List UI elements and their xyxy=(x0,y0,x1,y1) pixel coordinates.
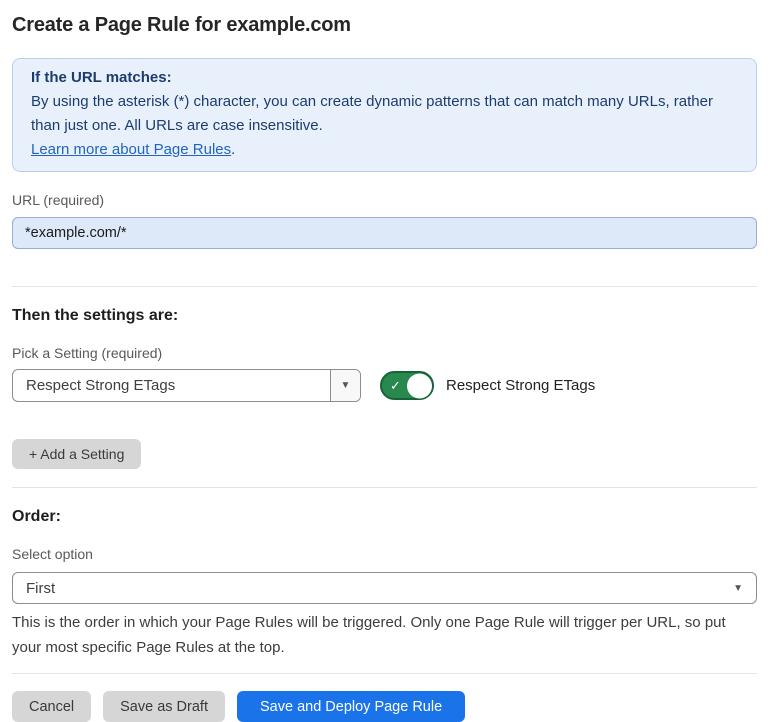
order-select-value: First xyxy=(26,580,55,597)
cancel-button[interactable]: Cancel xyxy=(12,691,91,722)
page-title: Create a Page Rule for example.com xyxy=(12,14,757,37)
order-section-heading: Order: xyxy=(12,508,757,526)
footer-actions: Cancel Save as Draft Save and Deploy Pag… xyxy=(12,691,757,722)
setting-select[interactable]: Respect Strong ETags ▼ xyxy=(12,369,361,402)
setting-row: Respect Strong ETags ▼ ✓ Respect Strong … xyxy=(12,369,757,402)
section-divider xyxy=(12,487,757,488)
info-box-body: By using the asterisk (*) character, you… xyxy=(31,90,738,138)
add-setting-button[interactable]: + Add a Setting xyxy=(12,439,141,469)
create-page-rule-form: Create a Page Rule for example.com If th… xyxy=(0,0,769,722)
etags-toggle-label: Respect Strong ETags xyxy=(446,377,595,394)
toggle-knob xyxy=(407,373,432,398)
url-input[interactable] xyxy=(12,217,757,249)
settings-section-heading: Then the settings are: xyxy=(12,307,757,325)
footer-divider xyxy=(12,673,757,674)
save-as-draft-button[interactable]: Save as Draft xyxy=(103,691,225,722)
link-period: . xyxy=(231,141,235,158)
etags-toggle[interactable]: ✓ xyxy=(380,371,434,400)
setting-select-value: Respect Strong ETags xyxy=(13,377,175,394)
learn-more-link[interactable]: Learn more about Page Rules xyxy=(31,141,231,158)
setting-select-caret-button[interactable]: ▼ xyxy=(330,370,360,401)
info-box-heading: If the URL matches: xyxy=(31,66,738,90)
order-help-text: This is the order in which your Page Rul… xyxy=(12,610,757,660)
check-icon: ✓ xyxy=(390,379,401,392)
section-divider xyxy=(12,286,757,287)
save-and-deploy-button[interactable]: Save and Deploy Page Rule xyxy=(237,691,465,722)
chevron-down-icon: ▼ xyxy=(733,583,743,594)
chevron-down-icon: ▼ xyxy=(341,380,351,391)
url-field-label: URL (required) xyxy=(12,192,757,208)
info-box-link-line: Learn more about Page Rules. xyxy=(31,138,738,162)
order-select[interactable]: First ▼ xyxy=(12,572,757,604)
url-match-info-box: If the URL matches: By using the asteris… xyxy=(12,58,757,172)
setting-picker-label: Pick a Setting (required) xyxy=(12,345,757,361)
order-select-label: Select option xyxy=(12,546,757,562)
